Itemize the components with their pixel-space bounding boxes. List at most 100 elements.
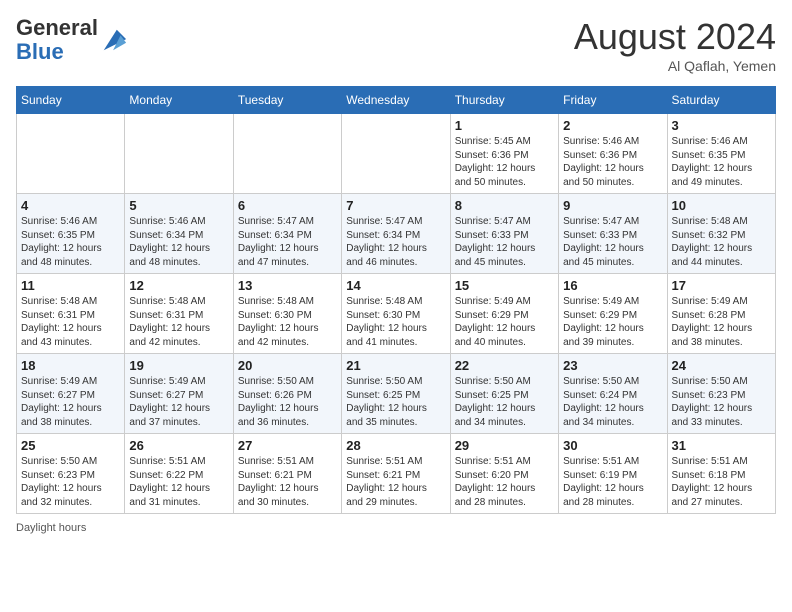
day-cell-32: 29 Sunrise: 5:51 AM Sunset: 6:20 PM Dayli… [450, 434, 558, 514]
day-cell-2 [233, 114, 341, 194]
day-info: Sunrise: 5:47 AM Sunset: 6:33 PM Dayligh… [563, 215, 662, 269]
day-cell-14: 11 Sunrise: 5:48 AM Sunset: 6:31 PM Dayli… [17, 274, 125, 354]
day-cell-17: 14 Sunrise: 5:48 AM Sunset: 6:30 PM Dayli… [342, 274, 450, 354]
day-cell-34: 31 Sunrise: 5:51 AM Sunset: 6:18 PM Dayli… [667, 434, 775, 514]
day-number: 24 [672, 358, 771, 373]
day-cell-8: 5 Sunrise: 5:46 AM Sunset: 6:34 PM Daylig… [125, 194, 233, 274]
day-number: 25 [21, 438, 120, 453]
day-cell-3 [342, 114, 450, 194]
weekday-header-row: SundayMondayTuesdayWednesdayThursdayFrid… [17, 87, 776, 114]
day-cell-16: 13 Sunrise: 5:48 AM Sunset: 6:30 PM Dayli… [233, 274, 341, 354]
logo-icon [100, 26, 128, 54]
day-info: Sunrise: 5:48 AM Sunset: 6:30 PM Dayligh… [346, 295, 445, 349]
day-cell-13: 10Sunrise: 5:48 AM Sunset: 6:32 PM Dayli… [667, 194, 775, 274]
day-number: 12 [129, 278, 228, 293]
calendar-table: SundayMondayTuesdayWednesdayThursdayFrid… [16, 86, 776, 514]
day-number: 29 [455, 438, 554, 453]
day-cell-1 [125, 114, 233, 194]
day-cell-31: 28 Sunrise: 5:51 AM Sunset: 6:21 PM Dayli… [342, 434, 450, 514]
day-cell-11: 8 Sunrise: 5:47 AM Sunset: 6:33 PM Daylig… [450, 194, 558, 274]
day-info: Sunrise: 5:50 AM Sunset: 6:25 PM Dayligh… [346, 375, 445, 429]
day-cell-5: 2Sunrise: 5:46 AM Sunset: 6:36 PM Daylig… [559, 114, 667, 194]
day-info: Sunrise: 5:48 AM Sunset: 6:31 PM Dayligh… [129, 295, 228, 349]
week-row-1: 1 Sunrise: 5:45 AM Sunset: 6:36 PM Daylig… [17, 114, 776, 194]
day-number: 8 [455, 198, 554, 213]
day-number: 9 [563, 198, 662, 213]
day-info: Sunrise: 5:49 AM Sunset: 6:27 PM Dayligh… [21, 375, 120, 429]
day-cell-7: 4Sunrise: 5:46 AM Sunset: 6:35 PM Daylig… [17, 194, 125, 274]
day-cell-27: 24 Sunrise: 5:50 AM Sunset: 6:23 PM Dayli… [667, 354, 775, 434]
logo-blue: Blue [16, 39, 64, 64]
day-info: Sunrise: 5:51 AM Sunset: 6:19 PM Dayligh… [563, 455, 662, 509]
day-info: Sunrise: 5:47 AM Sunset: 6:34 PM Dayligh… [346, 215, 445, 269]
day-info: Sunrise: 5:48 AM Sunset: 6:30 PM Dayligh… [238, 295, 337, 349]
day-info: Sunrise: 5:49 AM Sunset: 6:29 PM Dayligh… [455, 295, 554, 349]
day-cell-10: 7Sunrise: 5:47 AM Sunset: 6:34 PM Daylig… [342, 194, 450, 274]
day-info: Sunrise: 5:45 AM Sunset: 6:36 PM Dayligh… [455, 135, 554, 189]
day-number: 15 [455, 278, 554, 293]
day-number: 20 [238, 358, 337, 373]
day-number: 26 [129, 438, 228, 453]
weekday-monday: Monday [125, 87, 233, 114]
day-cell-24: 21 Sunrise: 5:50 AM Sunset: 6:25 PM Dayli… [342, 354, 450, 434]
month-title: August 2024 [574, 16, 776, 58]
day-info: Sunrise: 5:51 AM Sunset: 6:21 PM Dayligh… [346, 455, 445, 509]
day-number: 27 [238, 438, 337, 453]
day-info: Sunrise: 5:46 AM Sunset: 6:34 PM Dayligh… [129, 215, 228, 269]
day-cell-25: 22Sunrise: 5:50 AM Sunset: 6:25 PM Dayli… [450, 354, 558, 434]
day-info: Sunrise: 5:50 AM Sunset: 6:25 PM Dayligh… [455, 375, 554, 429]
day-cell-26: 23Sunrise: 5:50 AM Sunset: 6:24 PM Dayli… [559, 354, 667, 434]
day-number: 18 [21, 358, 120, 373]
day-number: 3 [672, 118, 771, 133]
day-info: Sunrise: 5:51 AM Sunset: 6:18 PM Dayligh… [672, 455, 771, 509]
day-number: 14 [346, 278, 445, 293]
footer-note: Daylight hours [16, 522, 776, 534]
title-block: August 2024 Al Qaflah, Yemen [574, 16, 776, 74]
day-info: Sunrise: 5:48 AM Sunset: 6:31 PM Dayligh… [21, 295, 120, 349]
day-number: 10 [672, 198, 771, 213]
day-number: 2 [563, 118, 662, 133]
day-number: 1 [455, 118, 554, 133]
week-row-2: 4Sunrise: 5:46 AM Sunset: 6:35 PM Daylig… [17, 194, 776, 274]
day-cell-12: 9 Sunrise: 5:47 AM Sunset: 6:33 PM Daylig… [559, 194, 667, 274]
day-cell-29: 26 Sunrise: 5:51 AM Sunset: 6:22 PM Dayli… [125, 434, 233, 514]
weekday-friday: Friday [559, 87, 667, 114]
logo: General Blue [16, 16, 128, 64]
day-info: Sunrise: 5:50 AM Sunset: 6:24 PM Dayligh… [563, 375, 662, 429]
weekday-saturday: Saturday [667, 87, 775, 114]
weekday-wednesday: Wednesday [342, 87, 450, 114]
day-info: Sunrise: 5:51 AM Sunset: 6:20 PM Dayligh… [455, 455, 554, 509]
day-cell-0 [17, 114, 125, 194]
day-cell-22: 19 Sunrise: 5:49 AM Sunset: 6:27 PM Dayli… [125, 354, 233, 434]
logo-general: General [16, 15, 98, 40]
day-number: 19 [129, 358, 228, 373]
weekday-sunday: Sunday [17, 87, 125, 114]
day-cell-33: 30 Sunrise: 5:51 AM Sunset: 6:19 PM Dayli… [559, 434, 667, 514]
weekday-tuesday: Tuesday [233, 87, 341, 114]
day-number: 30 [563, 438, 662, 453]
day-info: Sunrise: 5:46 AM Sunset: 6:35 PM Dayligh… [672, 135, 771, 189]
week-row-3: 11 Sunrise: 5:48 AM Sunset: 6:31 PM Dayli… [17, 274, 776, 354]
day-info: Sunrise: 5:49 AM Sunset: 6:28 PM Dayligh… [672, 295, 771, 349]
day-info: Sunrise: 5:47 AM Sunset: 6:33 PM Dayligh… [455, 215, 554, 269]
day-info: Sunrise: 5:50 AM Sunset: 6:23 PM Dayligh… [672, 375, 771, 429]
day-number: 5 [129, 198, 228, 213]
page-header: General Blue August 2024 Al Qaflah, Yeme… [16, 16, 776, 74]
day-number: 17 [672, 278, 771, 293]
day-number: 28 [346, 438, 445, 453]
weekday-thursday: Thursday [450, 87, 558, 114]
day-info: Sunrise: 5:46 AM Sunset: 6:35 PM Dayligh… [21, 215, 120, 269]
day-number: 11 [21, 278, 120, 293]
day-number: 6 [238, 198, 337, 213]
day-info: Sunrise: 5:51 AM Sunset: 6:22 PM Dayligh… [129, 455, 228, 509]
day-cell-6: 3 Sunrise: 5:46 AM Sunset: 6:35 PM Daylig… [667, 114, 775, 194]
day-number: 21 [346, 358, 445, 373]
day-info: Sunrise: 5:51 AM Sunset: 6:21 PM Dayligh… [238, 455, 337, 509]
day-number: 13 [238, 278, 337, 293]
day-number: 31 [672, 438, 771, 453]
day-info: Sunrise: 5:47 AM Sunset: 6:34 PM Dayligh… [238, 215, 337, 269]
day-info: Sunrise: 5:49 AM Sunset: 6:27 PM Dayligh… [129, 375, 228, 429]
day-cell-30: 27 Sunrise: 5:51 AM Sunset: 6:21 PM Dayli… [233, 434, 341, 514]
day-info: Sunrise: 5:50 AM Sunset: 6:26 PM Dayligh… [238, 375, 337, 429]
day-cell-18: 15 Sunrise: 5:49 AM Sunset: 6:29 PM Dayli… [450, 274, 558, 354]
